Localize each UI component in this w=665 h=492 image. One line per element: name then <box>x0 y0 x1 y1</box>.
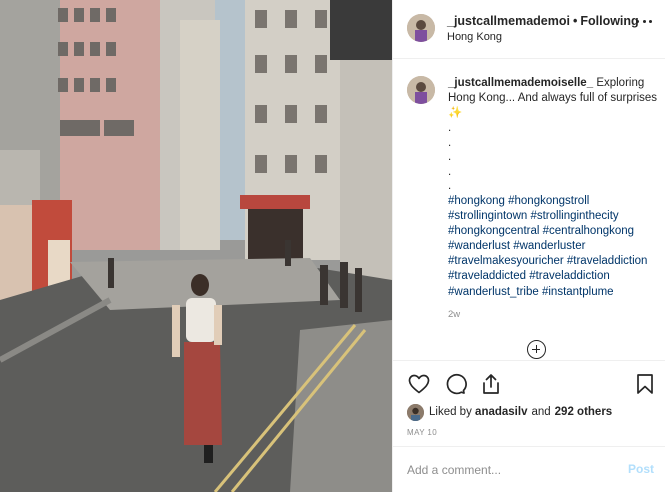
author-username[interactable]: _justcallmemademoi <box>447 14 570 28</box>
caption-author-avatar[interactable] <box>407 76 435 104</box>
comment-input[interactable] <box>407 460 617 480</box>
hashtag-line[interactable]: #travelmakesyouricher #traveladdiction <box>448 254 660 269</box>
instagram-post-view: _justcallmemademoi • Following Hong Kong _… <box>0 0 665 492</box>
hashtag-line[interactable]: #hongkong #hongkongstroll <box>448 194 660 209</box>
post-photo[interactable] <box>0 0 392 492</box>
author-avatar[interactable] <box>407 14 435 42</box>
post-details-panel: _justcallmemademoi • Following Hong Kong _… <box>392 0 665 492</box>
post-comment-button[interactable]: Post <box>628 462 654 476</box>
post-caption: _justcallmemademoiselle_ Exploring Hong … <box>448 76 660 300</box>
caption-timestamp: 2w <box>448 309 461 320</box>
street-scene-image <box>0 0 392 492</box>
likes-prefix: Liked by <box>429 406 472 418</box>
comment-icon[interactable] <box>443 372 467 396</box>
following-button[interactable]: Following <box>580 14 638 28</box>
liker-username[interactable]: anadasilv <box>475 406 527 418</box>
heart-icon[interactable] <box>407 372 431 396</box>
hashtag-line[interactable]: #strollingintown #strollinginthecity <box>448 209 660 224</box>
location-link[interactable]: Hong Kong <box>447 31 502 43</box>
caption-dot: . <box>448 136 452 149</box>
hashtag-block: #hongkong #hongkongstroll #strollinginto… <box>448 194 660 300</box>
likes-summary: Liked by anadasilv and 292 others <box>407 403 612 421</box>
separator-dot: • <box>572 14 578 28</box>
liker-avatar[interactable] <box>407 403 424 421</box>
caption-dot: . <box>448 151 452 164</box>
load-more-comments-icon[interactable] <box>527 340 546 359</box>
bookmark-icon[interactable] <box>633 372 657 396</box>
caption-dot: . <box>448 180 452 193</box>
caption-dots: . . . . . <box>448 121 660 194</box>
hashtag-line[interactable]: #wanderlust #wanderluster <box>448 239 660 254</box>
sparkle-emoji: ✨ <box>448 107 463 119</box>
post-header: _justcallmemademoi • Following Hong Kong <box>393 0 665 59</box>
post-date: MAY 10 <box>407 428 438 437</box>
caption-dot: . <box>448 122 452 134</box>
hashtag-line[interactable]: #traveladdicted #traveladdiction <box>448 269 660 284</box>
author-line: _justcallmemademoi • Following <box>447 14 639 28</box>
likes-others-link[interactable]: 292 others <box>555 406 613 418</box>
caption-dot: . <box>448 165 452 178</box>
caption-username[interactable]: _justcallmemademoiselle_ <box>448 77 593 89</box>
share-icon[interactable] <box>479 372 503 396</box>
hashtag-line[interactable]: #wanderlust_tribe #instantplume <box>448 285 660 300</box>
comment-bar: Post <box>393 446 665 492</box>
comments-section: _justcallmemademoiselle_ Exploring Hong … <box>393 60 665 360</box>
action-bar <box>393 360 665 408</box>
more-options-icon[interactable] <box>634 14 654 30</box>
likes-conjunction: and <box>531 406 551 418</box>
hashtag-line[interactable]: #hongkongcentral #centralhongkong <box>448 224 660 239</box>
